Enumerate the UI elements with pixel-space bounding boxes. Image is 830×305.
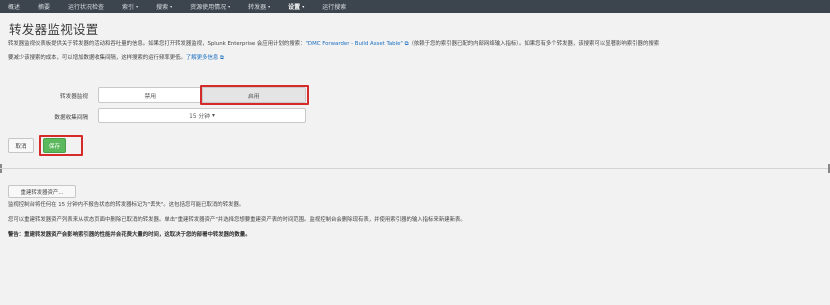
- nav-item-label: 摘要: [38, 4, 51, 11]
- nav-item-health-check[interactable]: 运行状况检查: [68, 2, 104, 11]
- description-text: 要减少该搜索的成本，可以增加数据收集间隔，这样搜索的运行频率更低。: [8, 55, 186, 61]
- nav-item-label: 转发器: [248, 4, 267, 11]
- nav-item-label: 索引: [122, 4, 135, 11]
- nav-item-forwarders[interactable]: 转发器 ▾: [248, 2, 270, 11]
- interval-value: 15 分钟: [189, 114, 210, 120]
- nav-item-label: 搜索: [156, 4, 169, 11]
- nav-item-label: 运行搜索: [322, 4, 347, 11]
- nav-item-search[interactable]: 搜索 ▾: [156, 2, 172, 11]
- missing-forwarders-info: 监视控制台将任何在 15 分钟内不报告状态的转发器标记为"丢失"。这包括您可能已…: [8, 202, 245, 208]
- nav-item-resource-usage[interactable]: 资源使用情况 ▾: [190, 2, 230, 11]
- rebuild-warning: 警告：重建转发器资产会影响索引器的性能并会花费大量的时间，这取决于您的部署中转发…: [8, 232, 251, 238]
- cancel-button[interactable]: 取消: [8, 138, 34, 153]
- chevron-down-icon: ▾: [228, 4, 231, 9]
- nav-item-settings[interactable]: 设置 ▾: [288, 2, 304, 11]
- disable-option[interactable]: 禁用: [99, 88, 203, 102]
- rebuild-assets-info: 您可以重建转发器资产列表来从状态页面中删除已取消的转发器。单击"重建转发器资产"…: [8, 217, 466, 223]
- data-collection-interval-label: 数据收集间隔: [54, 115, 88, 121]
- nav-item-label: 设置: [288, 4, 301, 11]
- chevron-down-icon: ▾: [268, 4, 271, 9]
- forwarder-monitoring-label: 转发器监视: [60, 94, 88, 100]
- nav-item-run-search[interactable]: 运行搜索: [322, 2, 346, 11]
- rebuild-forwarder-assets-button[interactable]: 重建转发器资产...: [8, 185, 76, 198]
- page-title: 转发器监视设置: [9, 22, 99, 37]
- nav-item-indexing[interactable]: 索引 ▾: [122, 2, 138, 11]
- search-link[interactable]: "DMC Forwarder - Build Asset Table" ⧉: [305, 41, 408, 47]
- description-line-1: 转发器监视仪表板提供关于转发器的活动和吞吐量的信息。如果您打开转发器监视，Spl…: [8, 41, 828, 48]
- chevron-down-icon: ▾: [136, 4, 139, 9]
- nav-item-label: 运行状况检查: [68, 4, 105, 11]
- enable-highlight-box: [200, 85, 309, 105]
- chevron-down-icon: ▾: [211, 112, 215, 119]
- save-highlight-box: [39, 135, 83, 156]
- learn-more-link[interactable]: 了解更多信息 ⧉: [186, 55, 224, 61]
- chevron-down-icon: ▾: [170, 4, 173, 9]
- section-divider: [0, 168, 830, 169]
- nav-item-summary[interactable]: 摘要: [38, 2, 50, 11]
- description-text: 转发器监视仪表板提供关于转发器的活动和吞吐量的信息。如果您打开转发器监视，Spl…: [8, 41, 306, 47]
- chevron-down-icon: ▾: [302, 4, 305, 9]
- nav-item-label: 概述: [8, 4, 21, 11]
- description-text: （依赖于您的索引器已配的内部网络输入指标）。如果您有多个转发器，该搜索可以显著影…: [408, 41, 660, 47]
- nav-item-overview[interactable]: 概述: [8, 2, 20, 11]
- top-navigation: 概述 摘要 运行状况检查 索引 ▾ 搜索 ▾ 资源使用情况 ▾ 转发器 ▾ 设置 ▾ 运行…: [0, 0, 830, 13]
- nav-item-label: 资源使用情况: [190, 4, 227, 11]
- data-collection-interval-select[interactable]: 15 分钟 ▾: [98, 108, 306, 123]
- description-line-2: 要减少该搜索的成本，可以增加数据收集间隔，这样搜索的运行频率更低。了解更多信息 …: [8, 55, 828, 62]
